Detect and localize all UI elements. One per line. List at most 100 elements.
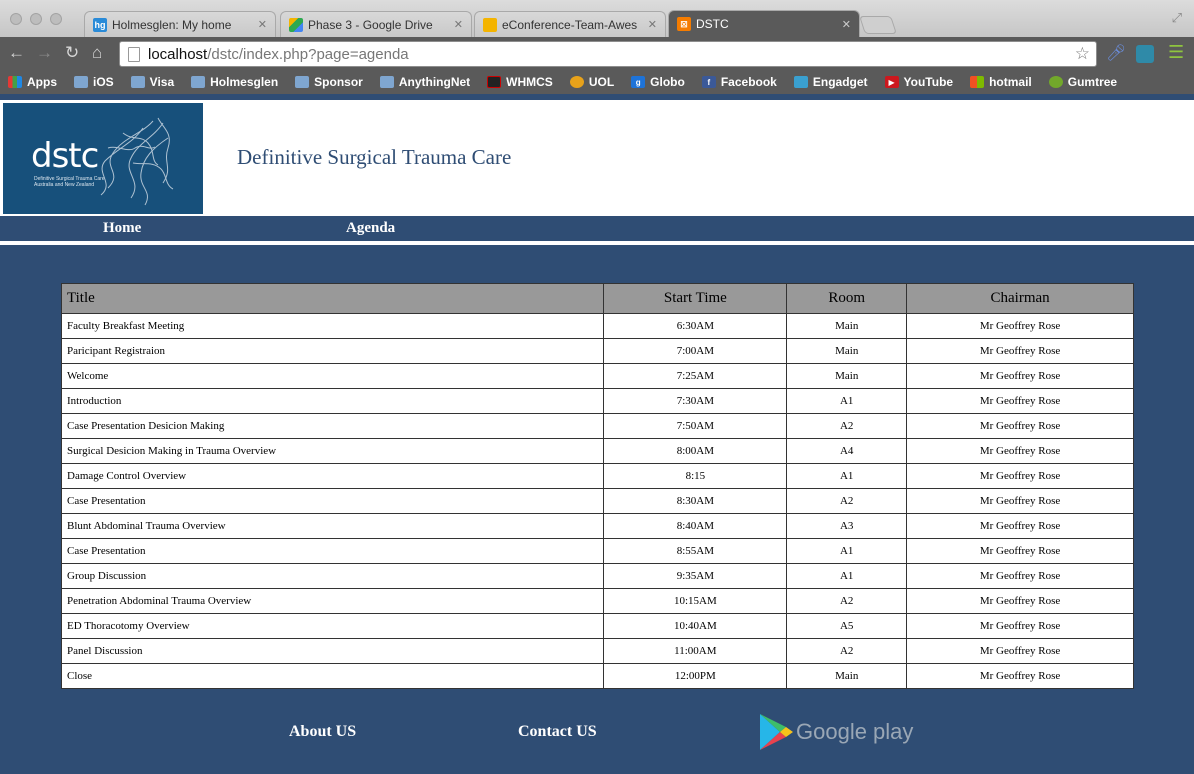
windows-icon (970, 76, 985, 88)
about-us-link[interactable]: About US (289, 723, 356, 741)
agenda-row: ED Thoracotomy Overview 10:40AM A5 Mr Geoff… (60, 613, 1134, 639)
apps-grid-icon (8, 76, 22, 88)
agenda-row: Blunt Abdominal Trauma Overview 8:40AM A3 M… (60, 513, 1134, 539)
bookmark-anythingnet[interactable]: AnythingNet (379, 75, 470, 89)
agenda-cell-chairman: Mr Geoffrey Rose (906, 488, 1134, 514)
agenda-cell-start-time: 12:00PM (603, 663, 788, 689)
tab-title: DSTC (696, 17, 729, 31)
agenda-cell-title: ED Thoracotomy Overview (60, 613, 605, 639)
bookmark-label: Facebook (720, 75, 777, 89)
menu-icon[interactable]: ☰ (1168, 42, 1186, 62)
tab-title: eConference-Team-Awes (502, 17, 638, 32)
nav-agenda-link[interactable]: Agenda (346, 220, 395, 237)
agenda-cell-title: Penetration Abdominal Trauma Overview (60, 588, 605, 614)
bookmark-engadget[interactable]: Engadget (793, 75, 868, 89)
column-header-start-time: Start Time (603, 283, 788, 314)
agenda-cell-room: A1 (786, 538, 908, 564)
address-bar[interactable]: localhost /dstc/index.php?page=agenda ☆ (119, 41, 1097, 67)
bookmark-sponsor[interactable]: Sponsor (295, 75, 363, 89)
agenda-cell-title: Faculty Breakfast Meeting (60, 313, 605, 339)
google-play-label: Google play (796, 719, 914, 744)
agenda-header-row: Title Start Time Room Chairman (60, 283, 1134, 314)
microphone-icon[interactable]: 🎤︎ (1106, 43, 1126, 62)
agenda-cell-title: Welcome (60, 363, 605, 389)
dstc-logo[interactable]: dstc Definitive Surgical Trauma Care Aus… (3, 103, 203, 214)
bookmark-whmcs[interactable]: WHMCS (487, 75, 553, 89)
bookmark-ios[interactable]: iOS (74, 75, 114, 89)
fullscreen-icon[interactable]: ⤢ (1172, 10, 1182, 26)
bookmark-youtube[interactable]: ▶ YouTube (884, 75, 954, 89)
new-tab-button[interactable] (859, 16, 897, 34)
agenda-cell-start-time: 11:00AM (603, 638, 788, 664)
agenda-cell-chairman: Mr Geoffrey Rose (906, 313, 1134, 339)
bookmark-gumtree[interactable]: Gumtree (1048, 75, 1118, 89)
agenda-cell-room: A1 (786, 563, 908, 589)
google-play-badge[interactable]: Google play (758, 713, 913, 751)
tab-close-icon[interactable]: ✕ (842, 18, 851, 31)
agenda-row: Faculty Breakfast Meeting 6:30AM Main Mr Ge… (60, 313, 1134, 339)
agenda-cell-chairman: Mr Geoffrey Rose (906, 338, 1134, 364)
browser-tab-econference[interactable]: eConference-Team-Awes ✕ (474, 11, 666, 37)
tab-close-icon[interactable]: ✕ (648, 18, 657, 31)
agenda-cell-chairman: Mr Geoffrey Rose (906, 388, 1134, 414)
browser-tab-bar: hg Holmesglen: My home ✕ Phase 3 - Googl… (0, 0, 1194, 37)
agenda-cell-start-time: 7:25AM (603, 363, 788, 389)
extension-icon[interactable] (1136, 45, 1154, 63)
agenda-cell-title: Case Presentation (60, 538, 605, 564)
bookmark-uol[interactable]: UOL (569, 75, 614, 89)
nav-home-link[interactable]: Home (103, 220, 141, 237)
window-zoom-button[interactable] (50, 13, 62, 25)
reload-icon[interactable]: ↻ (65, 43, 79, 63)
agenda-cell-start-time: 10:40AM (603, 613, 788, 639)
agenda-cell-chairman: Mr Geoffrey Rose (906, 438, 1134, 464)
tab-close-icon[interactable]: ✕ (258, 18, 267, 31)
agenda-cell-room: Main (786, 663, 908, 689)
back-arrow-icon[interactable]: ← (8, 43, 25, 63)
agenda-row: Damage Control Overview 8:15 A1 Mr Geoffrey… (60, 463, 1134, 489)
browser-tab-dstc[interactable]: ⊠ DSTC ✕ (668, 10, 860, 37)
agenda-cell-room: A1 (786, 388, 908, 414)
agenda-cell-chairman: Mr Geoffrey Rose (906, 538, 1134, 564)
agenda-cell-room: A2 (786, 488, 908, 514)
agenda-cell-title: Case Presentation (60, 488, 605, 514)
folder-icon (295, 76, 310, 88)
bookmark-globo[interactable]: g Globo (631, 75, 685, 89)
bookmark-visa[interactable]: Visa (130, 75, 175, 89)
forward-arrow-icon[interactable]: → (36, 43, 53, 63)
agenda-cell-title: Group Discussion (60, 563, 605, 589)
bookmark-facebook[interactable]: f Facebook (701, 75, 777, 89)
agenda-row: Case Presentation 8:30AM A2 Mr Geoffrey Ros… (60, 488, 1134, 514)
browser-tab-google-drive[interactable]: Phase 3 - Google Drive ✕ (280, 11, 472, 37)
contact-us-link[interactable]: Contact US (518, 723, 597, 741)
bookmark-label: Visa (149, 75, 175, 89)
bookmark-star-icon[interactable]: ☆ (1075, 44, 1090, 64)
xampp-favicon-icon: ⊠ (677, 17, 691, 31)
agenda-cell-start-time: 8:40AM (603, 513, 788, 539)
main-navigation: Home Agenda (0, 217, 1194, 241)
agenda-cell-title: Surgical Desicion Making in Trauma Overv… (60, 438, 605, 464)
agenda-cell-start-time: 10:15AM (603, 588, 788, 614)
bookmark-label: YouTube (903, 75, 954, 89)
bookmark-label: Holmesglen (210, 75, 279, 89)
window-close-button[interactable] (10, 13, 22, 25)
tab-close-icon[interactable]: ✕ (454, 18, 463, 31)
bookmark-holmesglen[interactable]: Holmesglen (191, 75, 278, 89)
agenda-cell-start-time: 6:30AM (603, 313, 788, 339)
browser-tab-holmesglen[interactable]: hg Holmesglen: My home ✕ (84, 11, 276, 37)
agenda-cell-chairman: Mr Geoffrey Rose (906, 463, 1134, 489)
globo-icon: g (631, 76, 646, 88)
url-host: localhost (148, 45, 208, 63)
bookmark-label: Gumtree (1067, 75, 1118, 89)
bookmark-hotmail[interactable]: hotmail (970, 75, 1032, 89)
site-title: Definitive Surgical Trauma Care (237, 145, 512, 169)
bookmark-label: Globo (650, 75, 685, 89)
agenda-row: Penetration Abdominal Trauma Overview 10:… (60, 588, 1134, 614)
window-minimize-button[interactable] (30, 13, 42, 25)
agenda-row: Case Presentation 8:55AM A1 Mr Geoffrey Ros… (60, 538, 1134, 564)
agenda-cell-room: A5 (786, 613, 908, 639)
bookmark-apps[interactable]: Apps (8, 75, 57, 89)
site-header: dstc Definitive Surgical Trauma Care Aus… (0, 100, 1194, 216)
agenda-cell-start-time: 8:00AM (603, 438, 788, 464)
home-icon[interactable]: ⌂ (92, 43, 102, 63)
agenda-cell-chairman: Mr Geoffrey Rose (906, 563, 1134, 589)
